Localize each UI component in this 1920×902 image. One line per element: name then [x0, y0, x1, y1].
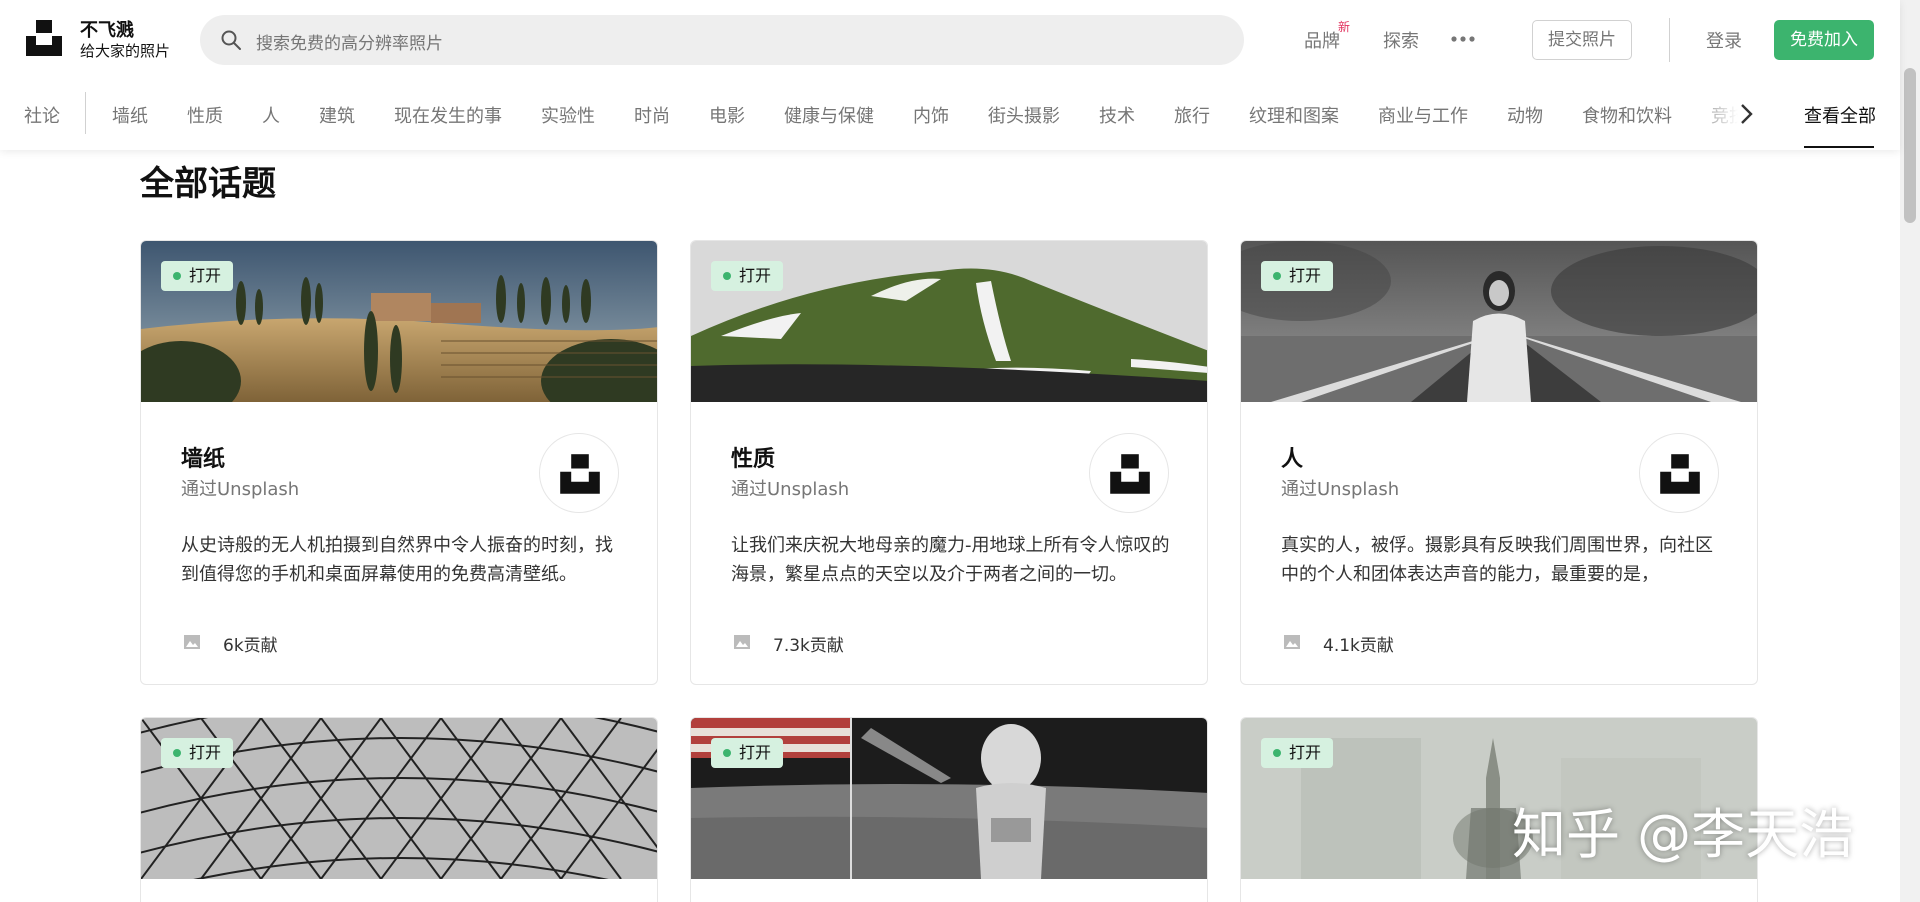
search-input[interactable]: 搜索免费的高分辨率照片 — [256, 29, 443, 54]
search-bar[interactable]: 搜索免费的高分辨率照片 — [200, 15, 1244, 65]
page-title: 全部话题 — [140, 164, 276, 204]
topic-author: 通过Unsplash — [1281, 479, 1400, 500]
badge-label: 打开 — [739, 266, 772, 285]
unsplash-logo-icon — [1110, 454, 1150, 494]
unsplash-logo-icon[interactable] — [24, 18, 64, 58]
badge-label: 打开 — [189, 743, 222, 762]
badge-label: 打开 — [739, 743, 772, 762]
topic-title[interactable]: 性质 — [731, 441, 775, 473]
submit-photo-button[interactable]: 提交照片 — [1532, 20, 1632, 60]
unsplash-logo-icon — [560, 454, 600, 494]
nav-divider — [1669, 18, 1670, 62]
brand-tagline: 给大家的照片 — [80, 42, 171, 60]
topic-card-nature[interactable]: 打开 性质 通过Unsplash 让我们来庆祝大地母亲的魔力-用地球上所有令人惊… — [690, 240, 1208, 685]
tab-divider — [85, 92, 86, 134]
tab-item[interactable]: 人 — [262, 102, 280, 128]
open-badge: 打开 — [1261, 261, 1334, 291]
open-badge: 打开 — [711, 738, 784, 768]
tab-item[interactable]: 建筑 — [319, 102, 355, 128]
topic-card-wallpaper[interactable]: 打开 墙纸 通过Unsplash 从史诗般的无人机拍摄到自然界中令人振奋的时刻，… — [140, 240, 658, 685]
status-dot — [173, 272, 181, 280]
status-dot — [723, 272, 731, 280]
tab-item[interactable]: 内饰 — [913, 102, 949, 128]
topic-title[interactable]: 人 — [1281, 441, 1303, 473]
chevron-right-icon[interactable] — [1735, 100, 1759, 128]
topic-cover-image[interactable]: 打开 — [1241, 241, 1757, 402]
join-free-button[interactable]: 免费加入 — [1774, 20, 1874, 60]
topic-author: 通过Unsplash — [181, 479, 300, 500]
tab-item[interactable]: 电影 — [709, 102, 745, 128]
topic-description: 真实的人，被俘。摄影具有反映我们周围世界，向社区中的个人和团体表达声音的能力，最… — [1281, 535, 1713, 585]
topic-title[interactable]: 墙纸 — [181, 441, 225, 473]
photo-icon — [734, 635, 750, 649]
tab-editorial[interactable]: 社论 — [24, 102, 60, 128]
tab-item[interactable]: 旅行 — [1174, 102, 1210, 128]
tab-item[interactable]: 墙纸 — [112, 102, 148, 128]
brand-name[interactable]: 不飞溅 — [80, 16, 134, 42]
nav-explore-link[interactable]: 探索 — [1383, 27, 1419, 53]
tab-item[interactable]: 街头摄影 — [988, 102, 1060, 128]
topic-cover-image[interactable]: 打开 — [691, 241, 1207, 402]
badge-label: 打开 — [1289, 266, 1322, 285]
topic-tabs: 社论 墙纸 性质 人 建筑 现在发生的事 实验性 时尚 电影 健康与保健 内饰 街头摄影 技术 旅行 纹理… — [0, 78, 1900, 150]
topic-card-people[interactable]: 打开 人 通过Unsplash 真实的人，被俘。摄影具有反映我们周围世界，向社区… — [1240, 240, 1758, 685]
topic-description: 让我们来庆祝大地母亲的魔力-用地球上所有令人惊叹的海景，繁星点点的天空以及介于两… — [731, 535, 1170, 585]
open-badge: 打开 — [161, 261, 234, 291]
tab-item[interactable]: 现在发生的事 — [394, 102, 502, 128]
tab-view-all[interactable]: 查看全部 — [1804, 102, 1876, 128]
new-badge: 新 — [1338, 20, 1351, 34]
avatar[interactable] — [1639, 433, 1719, 513]
badge-label: 打开 — [189, 266, 222, 285]
open-badge: 打开 — [161, 738, 234, 768]
avatar[interactable] — [1089, 433, 1169, 513]
topic-cover-image[interactable]: 打开 — [141, 241, 657, 402]
status-dot — [723, 749, 731, 757]
scrollbar-thumb[interactable] — [1904, 68, 1916, 223]
tab-item[interactable]: 性质 — [187, 102, 223, 128]
photo-icon — [184, 635, 200, 649]
search-icon — [221, 30, 241, 50]
topic-author: 通过Unsplash — [731, 479, 850, 500]
topic-cover-image[interactable]: 打开 — [691, 718, 1207, 879]
status-dot — [1273, 749, 1281, 757]
tab-item[interactable]: 实验性 — [541, 102, 595, 128]
tab-item[interactable]: 健康与保健 — [784, 102, 874, 128]
tab-item[interactable]: 时尚 — [634, 102, 670, 128]
nav-brands-link[interactable]: 品牌 — [1304, 27, 1340, 53]
topic-card-architecture[interactable]: 打开 — [140, 717, 658, 902]
status-dot — [1273, 272, 1281, 280]
login-link[interactable]: 登录 — [1706, 27, 1742, 53]
topic-description: 从史诗般的无人机拍摄到自然界中令人振奋的时刻，找到值得您的手机和桌面屏幕使用的免… — [181, 535, 613, 585]
badge-label: 打开 — [1289, 743, 1322, 762]
contribution-count: 4.1k贡献 — [1323, 636, 1394, 656]
tab-item[interactable]: 技术 — [1099, 102, 1135, 128]
unsplash-logo-icon — [1660, 454, 1700, 494]
open-badge: 打开 — [711, 261, 784, 291]
contribution-count: 7.3k贡献 — [773, 636, 844, 656]
site-header: 不飞溅 给大家的照片 搜索免费的高分辨率照片 品牌 新 探索 提交照片 登录 免… — [0, 0, 1900, 150]
status-dot — [173, 749, 181, 757]
contribution-count: 6k贡献 — [223, 636, 278, 656]
topic-card-current-events[interactable]: 打开 — [690, 717, 1208, 902]
active-tab-indicator — [1804, 146, 1874, 148]
avatar[interactable] — [539, 433, 619, 513]
page-scrollbar[interactable] — [1900, 0, 1920, 902]
more-dots-icon[interactable] — [1448, 24, 1478, 54]
tab-item[interactable]: 纹理和图案 — [1249, 102, 1339, 128]
tab-item[interactable]: 食物和饮料 — [1582, 102, 1672, 128]
topic-cover-image[interactable]: 打开 — [141, 718, 657, 879]
watermark: 知乎 @李天浩 — [1512, 803, 1854, 866]
open-badge: 打开 — [1261, 738, 1334, 768]
tab-item[interactable]: 动物 — [1507, 102, 1543, 128]
top-bar: 不飞溅 给大家的照片 搜索免费的高分辨率照片 品牌 新 探索 提交照片 登录 免… — [0, 0, 1900, 78]
tab-item[interactable]: 商业与工作 — [1378, 102, 1468, 128]
photo-icon — [1284, 635, 1300, 649]
tab-list: 墙纸 性质 人 建筑 现在发生的事 实验性 时尚 电影 健康与保健 内饰 街头摄影 技术 旅行 纹理和图案… — [112, 102, 1762, 132]
